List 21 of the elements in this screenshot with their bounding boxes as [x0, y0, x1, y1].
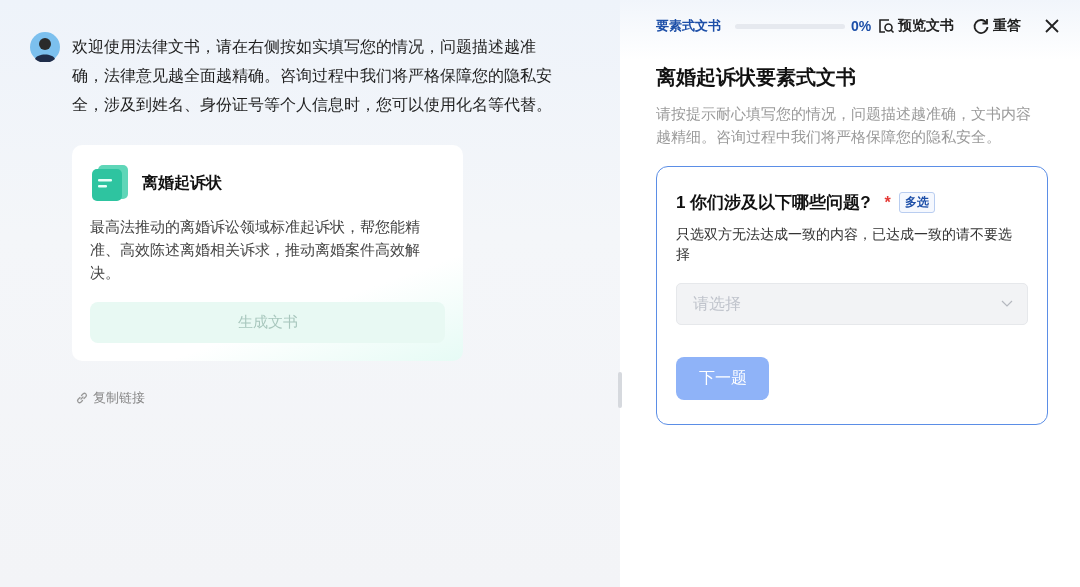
panel-title: 离婚起诉状要素式文书	[656, 65, 857, 90]
progress-reading: 0%	[851, 18, 872, 34]
avatar-icon	[30, 32, 60, 62]
question-title: 1 你们涉及以下哪些问题?	[676, 192, 871, 214]
multi-select-tag: 多选	[898, 192, 935, 213]
card-title: 离婚起诉状	[142, 172, 222, 193]
chevron-down-icon	[1001, 300, 1013, 308]
close-icon[interactable]	[1044, 18, 1060, 34]
copy-link[interactable]: 复制链接	[93, 389, 145, 407]
refresh-icon	[972, 17, 991, 35]
card-description: 最高法推动的离婚诉讼领域标准起诉状，帮您能精准、高效陈述离婚相关诉求，推动离婚案件高效解决。	[90, 217, 421, 283]
section-label: 要素式文书	[656, 17, 721, 35]
preview-button[interactable]: 预览文书	[877, 17, 955, 35]
document-icon	[90, 163, 130, 203]
required-mark: *	[884, 193, 891, 212]
question-hint: 只选双方无法达成一致的内容，已达成一致的请不要选择	[676, 225, 1013, 264]
welcome-message: 欢迎使用法律文书，请在右侧按如实填写您的情况，问题描述越准确，法律意见越全面越精确。咨询过程中我们将严格保障您的隐私安全，涉及到姓名、身份证号等个人信息时，您可以使用化名等代替。	[72, 37, 553, 115]
link-icon	[75, 391, 89, 405]
reset-button[interactable]: 重答	[972, 17, 1022, 35]
preview-icon	[877, 17, 896, 35]
panel-description: 请按提示耐心填写您的情况，问题描述越准确，文书内容越精细。咨询过程中我们将严格保障您的隐私安全。	[656, 104, 1032, 147]
